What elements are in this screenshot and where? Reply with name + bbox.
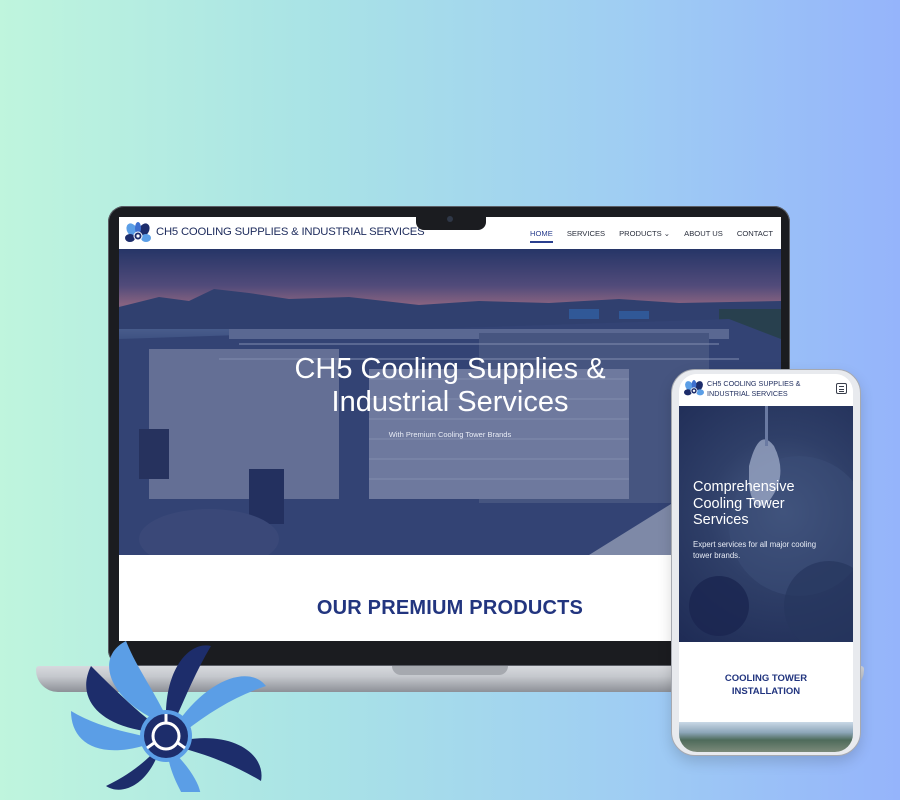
nav-products[interactable]: PRODUCTS ⌄ xyxy=(619,226,670,241)
installation-photo xyxy=(679,722,853,752)
nav-about-us[interactable]: ABOUT US xyxy=(684,226,723,241)
installation-heading-line: COOLING TOWER xyxy=(724,673,808,684)
fan-logo-icon xyxy=(71,641,266,792)
mobile-header: CH5 COOLING SUPPLIES & INDUSTRIAL SERVIC… xyxy=(679,374,853,406)
mobile-brand-name[interactable]: CH5 COOLING SUPPLIES & INDUSTRIAL SERVIC… xyxy=(707,379,817,399)
mobile-hero-text-line: tower brands. xyxy=(693,551,741,560)
mobile-brand-line: INDUSTRIAL SERVICES xyxy=(707,389,788,398)
fan-logo-icon[interactable] xyxy=(684,380,704,397)
installation-heading-line: INSTALLATION xyxy=(731,686,801,697)
brand-name[interactable]: CH5 COOLING SUPPLIES & INDUSTRIAL SERVIC… xyxy=(156,226,425,238)
laptop-base-groove xyxy=(392,666,508,675)
main-nav: HOME SERVICES PRODUCTS ⌄ ABOUT US CONTAC… xyxy=(530,217,773,249)
mobile-brand-line: CH5 COOLING SUPPLIES & xyxy=(707,379,801,388)
nav-home[interactable]: HOME xyxy=(530,226,553,243)
mobile-hero-title: Comprehensive Cooling Tower Services xyxy=(693,479,843,529)
mobile-hero-text-line: Expert services for all major cooling xyxy=(693,540,817,549)
mobile-website: CH5 COOLING SUPPLIES & INDUSTRIAL SERVIC… xyxy=(679,374,853,752)
nav-contact[interactable]: CONTACT xyxy=(737,226,773,241)
fan-logo-icon[interactable] xyxy=(125,222,151,244)
mobile-hero: Comprehensive Cooling Tower Services Exp… xyxy=(679,406,853,642)
mobile-hero-title-line: Cooling Tower xyxy=(693,495,785,512)
mobile-hero-title-line: Services xyxy=(693,512,749,528)
camera-icon xyxy=(447,216,453,222)
nav-services[interactable]: SERVICES xyxy=(567,226,605,241)
mobile-hero-title-line: Comprehensive xyxy=(693,479,795,495)
mobile-hero-text: Expert services for all major cooling to… xyxy=(693,539,843,561)
laptop-notch xyxy=(416,212,486,230)
installation-heading: COOLING TOWER INSTALLATION xyxy=(679,672,853,698)
hamburger-menu-icon[interactable] xyxy=(836,383,847,394)
